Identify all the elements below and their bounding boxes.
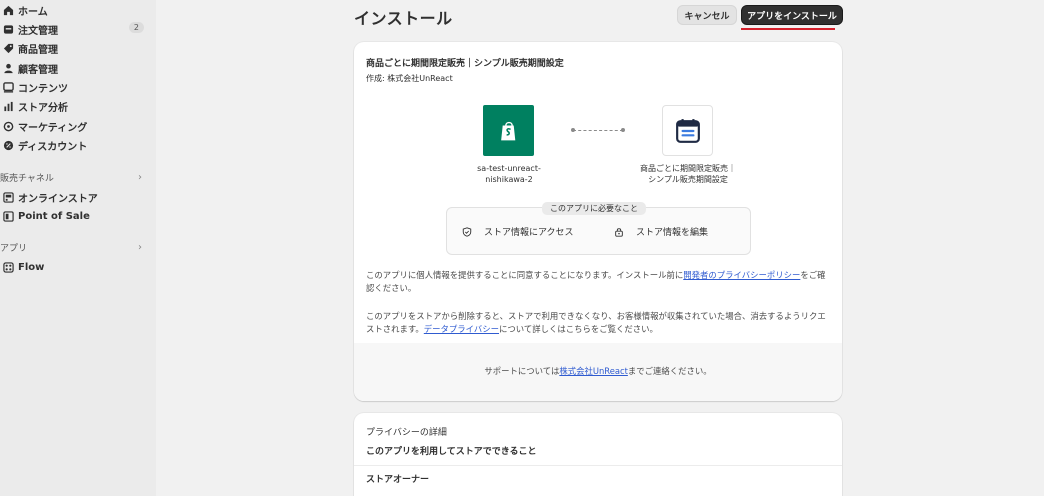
sidebar-item-content[interactable]: コンテンツ	[0, 77, 156, 97]
sidebar: ホーム 注文管理 2 商品管理 顧客管理 コンテンツ ストア分析 マーケティング…	[0, 0, 156, 496]
chevron-right-icon: ›	[138, 171, 142, 183]
section-label: アプリ	[0, 243, 28, 254]
app-name-caption: 商品ごとに期間限定販売｜ シンプル販売期間設定	[640, 164, 736, 184]
requirements-label: このアプリに必要なこと	[542, 202, 646, 215]
sidebar-item-point-of-sale[interactable]: Point of Sale	[0, 206, 156, 226]
sidebar-item-flow[interactable]: Flow	[0, 257, 156, 277]
sidebar-item-label: ストア分析	[18, 102, 68, 114]
privacy-details-subtitle: このアプリを利用してストアでできること	[366, 447, 537, 457]
privacy-details-card: プライバシーの詳細 このアプリを利用してストアでできること ストアオーナー	[354, 413, 842, 496]
home-icon	[0, 5, 18, 16]
chevron-right-icon: ›	[138, 241, 142, 253]
developer-support-link[interactable]: 株式会社UnReact	[559, 366, 628, 376]
install-app-button[interactable]: アプリをインストール	[741, 5, 843, 25]
sidebar-item-label: Point of Sale	[18, 210, 90, 222]
shield-check-icon	[462, 226, 472, 237]
sidebar-item-label: コンテンツ	[18, 83, 68, 95]
tag-icon	[0, 43, 18, 54]
sidebar-item-label: 顧客管理	[18, 64, 58, 76]
app-author: 作成: 株式会社UnReact	[366, 74, 453, 83]
sidebar-item-label: Flow	[18, 261, 45, 273]
store-icon	[0, 191, 18, 203]
store-name-caption: sa-test-unreact- nishikawa-2	[477, 164, 541, 184]
sidebar-item-products[interactable]: 商品管理	[0, 38, 156, 58]
flow-icon	[0, 261, 18, 273]
sidebar-item-discounts[interactable]: ディスカウント	[0, 135, 156, 155]
app-calendar-icon	[662, 105, 713, 156]
support-text: サポートについては株式会社UnReactまでご連絡ください。	[484, 366, 712, 376]
permission-edit: ストア情報を編集	[614, 225, 708, 238]
sidebar-item-label: 商品管理	[18, 44, 58, 56]
privacy-details-title: プライバシーの詳細	[366, 428, 447, 438]
highlight-underline	[741, 28, 835, 30]
sidebar-item-customers[interactable]: 顧客管理	[0, 58, 156, 78]
sidebar-item-analytics[interactable]: ストア分析	[0, 96, 156, 116]
order-icon	[0, 24, 18, 35]
install-card: 商品ごとに期間限定販売｜シンプル販売期間設定 作成: 株式会社UnReact s…	[354, 42, 842, 401]
store-owner-heading: ストアオーナー	[366, 475, 430, 485]
sidebar-section-sales-channels[interactable]: 販売チャネル ›	[0, 168, 156, 186]
person-icon	[0, 63, 18, 74]
lock-icon	[615, 227, 623, 237]
content-icon	[0, 81, 18, 93]
sidebar-item-online-store[interactable]: オンラインストア	[0, 187, 156, 207]
sidebar-item-label: ホーム	[18, 6, 48, 18]
sidebar-item-label: マーケティング	[18, 122, 88, 134]
connector-dot	[621, 128, 625, 132]
target-icon	[0, 121, 18, 132]
page-title: インストール	[354, 9, 453, 28]
sidebar-item-label: オンラインストア	[18, 193, 98, 205]
connector-line	[573, 130, 623, 131]
permission-access: ストア情報にアクセス	[462, 225, 574, 238]
data-removal-text: このアプリをストアから削除すると、ストアで利用できなくなり、お客様情報が収集され…	[366, 311, 826, 334]
sidebar-item-marketing[interactable]: マーケティング	[0, 116, 156, 136]
shopify-logo-icon	[483, 105, 534, 156]
sidebar-item-home[interactable]: ホーム	[0, 0, 156, 20]
sidebar-item-label: ディスカウント	[18, 141, 88, 153]
discount-icon	[0, 140, 18, 151]
section-label: 販売チャネル	[0, 173, 54, 184]
app-title: 商品ごとに期間限定販売｜シンプル販売期間設定	[366, 59, 564, 69]
chart-icon	[0, 101, 18, 112]
developer-privacy-policy-link[interactable]: 開発者のプライバシーポリシー	[683, 270, 800, 280]
privacy-consent-text: このアプリに個人情報を提供することに同意することになります。インストール前に開発…	[366, 270, 826, 293]
sidebar-section-apps[interactable]: アプリ ›	[0, 238, 156, 256]
sidebar-item-label: 注文管理	[18, 25, 58, 37]
sidebar-item-orders[interactable]: 注文管理 2	[0, 19, 156, 39]
cancel-button[interactable]: キャンセル	[677, 5, 737, 25]
order-count-badge: 2	[128, 22, 144, 33]
data-privacy-link[interactable]: データプライバシー	[424, 324, 499, 334]
divider	[354, 465, 842, 466]
pos-icon	[0, 210, 18, 222]
